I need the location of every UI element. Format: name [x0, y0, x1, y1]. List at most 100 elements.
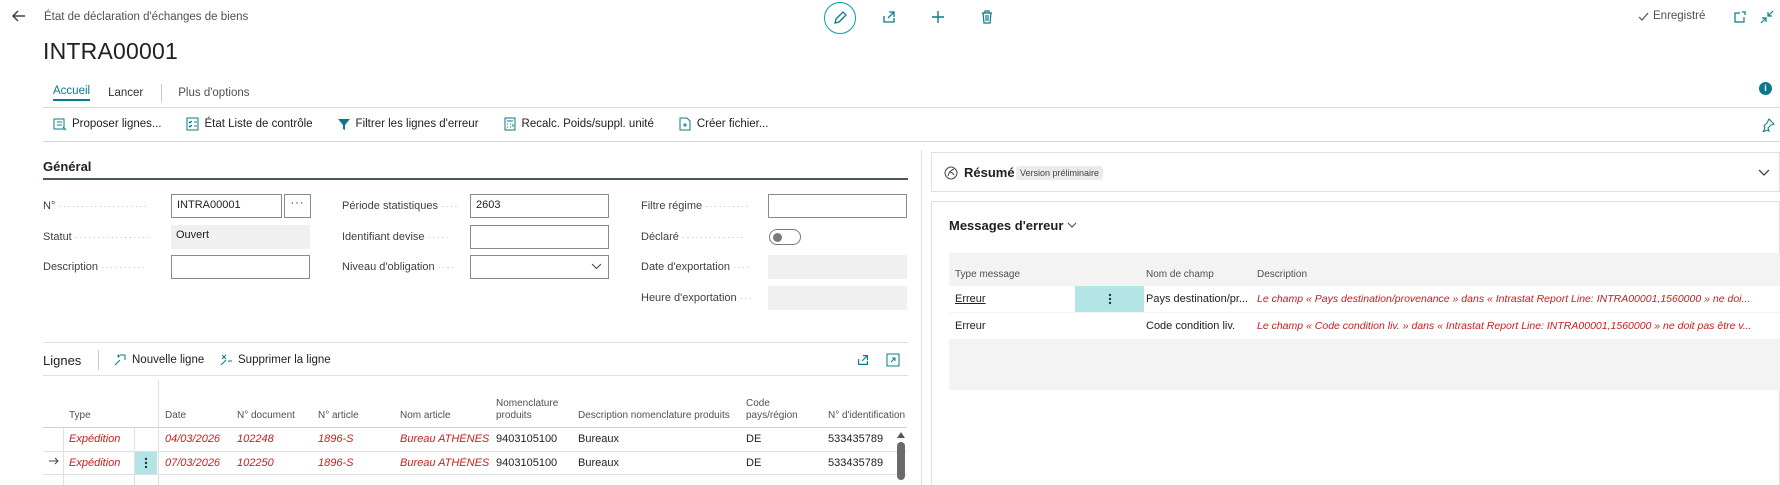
obligation-select[interactable] — [470, 255, 609, 279]
lines-scrollbar[interactable] — [896, 431, 906, 485]
tab-lancer[interactable]: Lancer — [108, 87, 143, 99]
error-row[interactable]: Erreur Pays destination/pr... Le champ «… — [949, 286, 1780, 312]
row1-country[interactable]: DE — [746, 433, 761, 445]
err-col-field[interactable]: Nom de champ — [1146, 269, 1214, 281]
row1-item[interactable]: 1896-S — [318, 433, 353, 445]
col-tariff-no[interactable]: Nomenclature produits — [496, 398, 566, 422]
error-messages-card: Messages d'erreur Type message Nom de ch… — [931, 201, 1780, 485]
suggest-lines-label: Proposer lignes... — [72, 118, 162, 130]
chevron-down-icon[interactable] — [1758, 169, 1770, 177]
period-label: Période statistiques ···· — [342, 200, 460, 212]
row2-vat[interactable]: 533435789 — [828, 457, 883, 469]
err-col-description[interactable]: Description — [1257, 269, 1307, 281]
row1-doc[interactable]: 102248 — [237, 433, 274, 445]
filter-error-lines-button[interactable]: Filtrer les lignes d'erreur — [337, 117, 479, 131]
row2-tariff-desc[interactable]: Bureaux — [578, 457, 619, 469]
delete-line-label: Supprimer la ligne — [238, 353, 331, 366]
col-item-name[interactable]: Nom article — [400, 410, 451, 422]
calculator-icon — [503, 117, 517, 131]
row1-date[interactable]: 04/03/2026 — [165, 433, 220, 445]
regime-field[interactable] — [768, 194, 907, 218]
checklist-icon — [186, 117, 200, 131]
row1-tariff-desc[interactable]: Bureaux — [578, 433, 619, 445]
description-field[interactable] — [171, 255, 310, 279]
suggest-lines-button[interactable]: Proposer lignes... — [53, 117, 162, 131]
recalc-weight-button[interactable]: Recalc. Poids/suppl. unité — [503, 117, 654, 131]
row2-tariff[interactable]: 9403105100 — [496, 457, 557, 469]
row1-vat[interactable]: 533435789 — [828, 433, 883, 445]
delete-line-icon — [220, 353, 233, 366]
no-assist-button[interactable]: ··· — [284, 194, 311, 218]
tab-accueil[interactable]: Accueil — [53, 85, 91, 101]
checklist-report-button[interactable]: État Liste de contrôle — [186, 117, 313, 131]
page-title: INTRA00001 — [43, 38, 178, 64]
new-button[interactable] — [927, 6, 949, 28]
err2-description[interactable]: Le champ « Code condition liv. » dans « … — [1257, 320, 1777, 332]
col-tariff-description[interactable]: Description nomenclature produits — [578, 410, 730, 422]
collapse-button[interactable] — [1756, 6, 1778, 28]
row2-item[interactable]: 1896-S — [318, 457, 353, 469]
err2-field[interactable]: Code condition liv. — [1146, 320, 1252, 332]
open-in-new-window-icon — [1733, 10, 1747, 24]
lines-title-divider — [98, 350, 99, 370]
scroll-up-icon — [897, 432, 905, 438]
share-button[interactable] — [878, 6, 900, 28]
col-item-no[interactable]: N° article — [318, 410, 359, 422]
saved-status: Enregistré — [1638, 10, 1705, 22]
grid-rule — [43, 451, 907, 452]
err1-description[interactable]: Le champ « Pays destination/provenance »… — [1257, 293, 1777, 305]
info-icon[interactable]: i — [1759, 82, 1772, 95]
row2-type[interactable]: Expédition — [69, 457, 120, 469]
general-section-title[interactable]: Général — [43, 159, 91, 174]
declared-toggle[interactable] — [769, 229, 801, 245]
tab-more-options[interactable]: Plus d'options — [178, 87, 249, 99]
err-col-type[interactable]: Type message — [955, 269, 1020, 281]
err2-type[interactable]: Erreur — [955, 320, 986, 332]
lines-share-button[interactable] — [852, 349, 874, 371]
back-button[interactable] — [4, 1, 34, 31]
row2-menu-button[interactable] — [135, 452, 157, 474]
row2-doc[interactable]: 102250 — [237, 457, 274, 469]
summary-card[interactable]: Résumé Version préliminaire — [931, 152, 1780, 192]
status-field: Ouvert — [171, 225, 310, 249]
error-messages-title[interactable]: Messages d'erreur — [949, 218, 1077, 233]
lines-title[interactable]: Lignes — [43, 353, 81, 368]
row1-tariff[interactable]: 9403105100 — [496, 433, 557, 445]
lines-expand-button[interactable] — [882, 349, 904, 371]
err1-menu-button[interactable] — [1075, 286, 1144, 312]
share-icon — [856, 353, 870, 367]
row2-name[interactable]: Bureau ATHÈNES — [400, 457, 489, 469]
row1-name[interactable]: Bureau ATHÈNES — [400, 433, 489, 445]
delete-line-button[interactable]: Supprimer la ligne — [220, 353, 331, 366]
personalize-button[interactable] — [1757, 114, 1779, 136]
checklist-report-label: État Liste de contrôle — [204, 118, 313, 130]
col-type[interactable]: Type — [69, 410, 91, 422]
col-vat-id[interactable]: N° d'identification — [828, 410, 906, 422]
export-time-label: Heure d'exportation ··· — [641, 292, 754, 304]
col-date[interactable]: Date — [165, 410, 186, 422]
row1-type[interactable]: Expédition — [69, 433, 120, 445]
new-line-button[interactable]: Nouvelle ligne — [114, 353, 204, 366]
col-country[interactable]: Code pays/région — [746, 398, 816, 422]
error-messages-title-text: Messages d'erreur — [949, 218, 1064, 233]
row2-date[interactable]: 07/03/2026 — [165, 457, 220, 469]
row2-country[interactable]: DE — [746, 457, 761, 469]
err1-type[interactable]: Erreur — [955, 293, 986, 305]
edit-button[interactable] — [824, 2, 856, 34]
period-field[interactable]: 2603 — [470, 194, 609, 218]
current-row-arrow-icon — [48, 456, 60, 466]
create-file-button[interactable]: Créer fichier... — [678, 117, 768, 131]
err1-field[interactable]: Pays destination/pr... — [1146, 293, 1252, 305]
pane-divider — [921, 150, 922, 485]
chevron-down-icon — [591, 263, 602, 270]
currency-field[interactable] — [470, 225, 609, 249]
error-grid: Type message Nom de champ Description Er… — [949, 253, 1780, 390]
error-row[interactable]: Erreur Code condition liv. Le champ « Co… — [949, 313, 1780, 339]
delete-button[interactable] — [976, 6, 998, 28]
col-document-no[interactable]: N° document — [237, 410, 295, 422]
pencil-icon — [832, 10, 848, 26]
open-new-window-button[interactable] — [1729, 6, 1751, 28]
no-field[interactable]: INTRA00001 — [171, 194, 282, 218]
grid-rule — [43, 427, 907, 428]
scrollbar-thumb[interactable] — [897, 442, 905, 480]
